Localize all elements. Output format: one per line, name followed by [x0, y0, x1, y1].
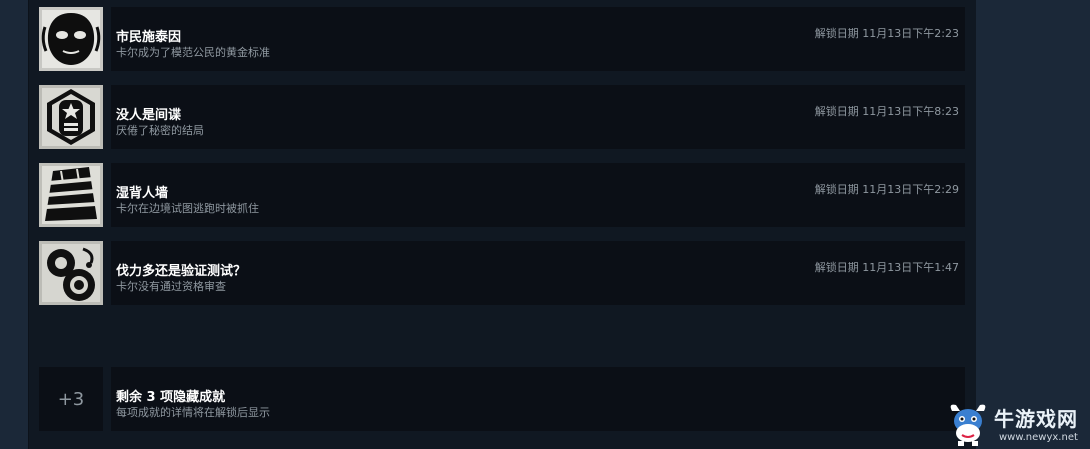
achievement-row[interactable]: 伐力多还是验证测试？ 卡尔没有通过资格审查 解锁日期 11月13日下午1:47 [39, 241, 965, 305]
star-badge-icon [39, 85, 103, 149]
achievement-description: 卡尔成为了模范公民的黄金标准 [116, 46, 270, 59]
unlock-date: 解锁日期 11月13日下午2:29 [814, 183, 959, 196]
achievement-title: 没人是间谍 [116, 108, 182, 123]
gears-icon [39, 241, 103, 305]
unlock-date: 解锁日期 11月13日下午1:47 [814, 261, 959, 274]
hidden-achievements-title: 剩余 3 项隐藏成就 [116, 390, 226, 405]
achievement-title: 湿背人墙 [116, 186, 169, 201]
hidden-achievements-info: 剩余 3 项隐藏成就 每项成就的详情将在解锁后显示 [111, 367, 965, 431]
hidden-achievements-description: 每项成就的详情将在解锁后显示 [116, 406, 270, 419]
achievement-title: 市民施泰因 [116, 30, 182, 45]
right-gutter [976, 0, 1090, 449]
striped-wall-icon [39, 163, 103, 227]
achievement-description: 卡尔没有通过资格审查 [116, 280, 226, 293]
achievement-description: 厌倦了秘密的结局 [116, 124, 204, 137]
mask-face-icon [39, 7, 103, 71]
achievement-row[interactable]: 湿背人墙 卡尔在边境试图逃跑时被抓住 解锁日期 11月13日下午2:29 [39, 163, 965, 227]
achievement-info: 市民施泰因 卡尔成为了模范公民的黄金标准 解锁日期 11月13日下午2:23 [111, 7, 965, 71]
watermark: 牛游戏网 www.newyx.net [944, 401, 1090, 449]
unlock-date: 解锁日期 11月13日下午2:23 [814, 27, 959, 40]
bull-mascot-icon [950, 404, 986, 446]
achievement-info: 伐力多还是验证测试？ 卡尔没有通过资格审查 解锁日期 11月13日下午1:47 [111, 241, 965, 305]
hidden-achievements-row[interactable]: +3 剩余 3 项隐藏成就 每项成就的详情将在解锁后显示 [39, 367, 965, 431]
unlock-date: 解锁日期 11月13日下午8:23 [814, 105, 959, 118]
watermark-brand: 牛游戏网 [994, 407, 1078, 431]
achievement-title: 伐力多还是验证测试？ [116, 264, 247, 279]
achievement-row[interactable]: 市民施泰因 卡尔成为了模范公民的黄金标准 解锁日期 11月13日下午2:23 [39, 7, 965, 71]
hidden-count-badge: +3 [39, 367, 103, 431]
achievement-row[interactable]: 没人是间谍 厌倦了秘密的结局 解锁日期 11月13日下午8:23 [39, 85, 965, 149]
achievement-info: 湿背人墙 卡尔在边境试图逃跑时被抓住 解锁日期 11月13日下午2:29 [111, 163, 965, 227]
watermark-url: www.newyx.net [999, 432, 1078, 443]
achievement-info: 没人是间谍 厌倦了秘密的结局 解锁日期 11月13日下午8:23 [111, 85, 965, 149]
achievement-description: 卡尔在边境试图逃跑时被抓住 [116, 202, 259, 215]
left-gutter [0, 0, 28, 449]
